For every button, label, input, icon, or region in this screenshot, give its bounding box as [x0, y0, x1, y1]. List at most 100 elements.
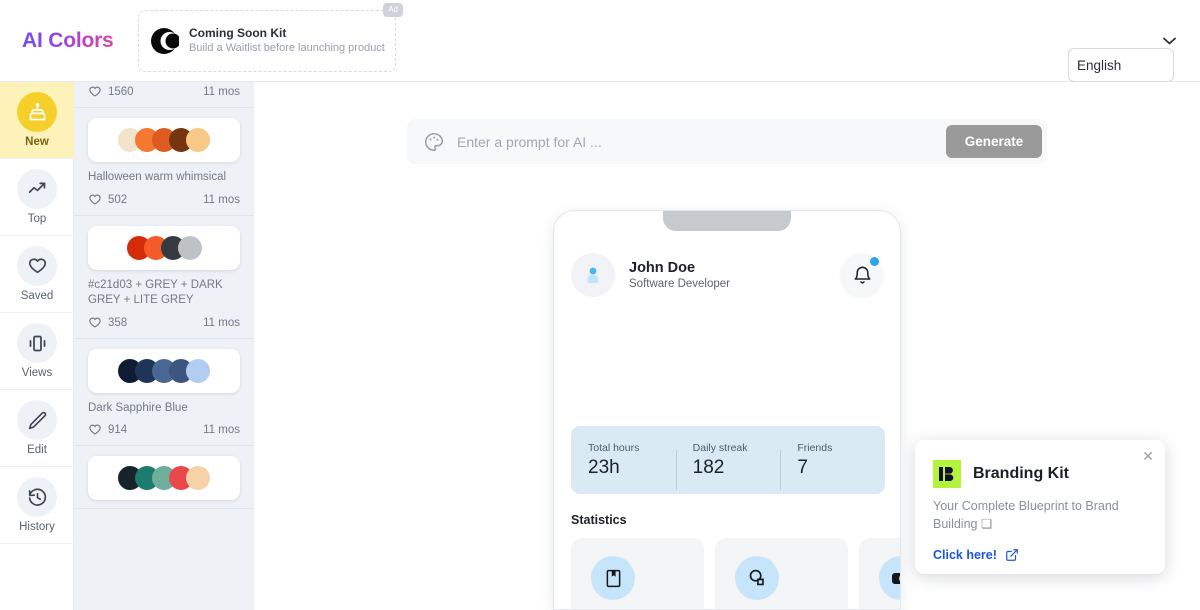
sidebar-item-label: New	[25, 136, 49, 148]
palette-meta: 914 11 mos	[88, 423, 240, 437]
palette-meta: 358 11 mos	[88, 316, 240, 330]
palette-swatch-card[interactable]	[88, 456, 240, 501]
palette-swatch-card[interactable]	[88, 225, 240, 270]
sidebar-item-saved[interactable]: Saved	[0, 236, 74, 313]
palette-age: 11 mos	[203, 86, 240, 98]
sidebar-item-label: Edit	[27, 444, 47, 456]
stat-label: Friends	[797, 441, 833, 454]
promo-header: Branding Kit	[933, 460, 1147, 488]
generate-button[interactable]: Generate	[946, 125, 1042, 158]
sidebar-item-label: Views	[21, 367, 53, 379]
language-selector-wrapper[interactable]: English	[1068, 24, 1187, 82]
youtube-icon	[879, 556, 900, 600]
list-item[interactable]: Halloween warm whimsical 502 11 mos	[74, 108, 254, 216]
history-icon	[17, 477, 57, 517]
palette-meta: 502 11 mos	[88, 193, 240, 207]
app-logo[interactable]: AI Colors	[22, 29, 114, 53]
heart-icon	[89, 86, 101, 97]
ad-title: Coming Soon Kit	[189, 25, 287, 40]
stat-card-youtube[interactable]: Youtube 2h	[859, 538, 900, 609]
promo-link-label: Click here!	[933, 547, 997, 562]
trending-up-icon	[17, 169, 57, 209]
user-avatar-icon	[587, 267, 599, 283]
like-count: 358	[108, 316, 128, 329]
like-count-group[interactable]: 1560	[88, 85, 134, 99]
stat-card-coursera[interactable]: Coursera 7h	[715, 538, 848, 609]
stat-value: 182	[692, 456, 725, 478]
palette-dots	[118, 466, 210, 491]
stat-card-udemy[interactable]: Udemy NEW 12h	[571, 538, 704, 609]
sidebar-item-new[interactable]: New	[0, 82, 74, 159]
notifications-button[interactable]	[841, 254, 883, 296]
avatar[interactable]	[571, 253, 615, 297]
palette-age: 11 mos	[203, 316, 240, 329]
prompt-bar[interactable]: Generate	[407, 119, 1047, 164]
phone-preview: John Doe Software Developer Total hours …	[553, 210, 901, 610]
close-icon[interactable]: ✕	[1142, 449, 1154, 463]
moon-logo-icon	[151, 28, 179, 54]
profile-role: Software Developer	[629, 278, 730, 290]
list-item[interactable]: 1560 11 mos	[74, 82, 254, 108]
like-count: 1560	[108, 86, 134, 98]
sidebar-item-top[interactable]: Top	[0, 159, 74, 236]
sidebar-item-label: History	[19, 521, 55, 533]
list-item[interactable]: Dark Sapphire Blue 914 11 mos	[74, 339, 254, 447]
stat-value: 7	[797, 456, 808, 478]
ad-badge: Ad	[383, 3, 403, 17]
cake-icon	[17, 92, 57, 132]
language-selector[interactable]: English	[1068, 48, 1174, 82]
promo-body: Your Complete Blueprint to Brand Buildin…	[933, 499, 1119, 531]
stat-value: 23h	[588, 456, 620, 478]
promo-popup[interactable]: ✕ Branding Kit Your Complete Blueprint t…	[915, 440, 1165, 574]
ad-subtitle: Build a Waitlist before launching produc…	[189, 42, 385, 55]
color-dot	[177, 235, 202, 260]
sidebar-item-history[interactable]: History	[0, 467, 74, 544]
book-icon	[591, 556, 635, 600]
palette-swatch-card[interactable]	[88, 118, 240, 162]
stat-label: Daily streak	[692, 441, 748, 454]
heart-icon	[17, 246, 57, 286]
coursera-icon	[735, 556, 779, 600]
palette-swatch-card[interactable]	[88, 348, 240, 393]
palette-dots	[118, 128, 210, 152]
stat-friends: Friends 7	[780, 441, 885, 490]
sidebar-item-label: Top	[27, 213, 47, 225]
like-count: 914	[108, 424, 128, 437]
list-item[interactable]	[74, 446, 254, 510]
like-count-group[interactable]: 358	[88, 316, 127, 330]
palette-icon	[425, 132, 444, 151]
external-link-icon	[1006, 548, 1018, 561]
sidebar-nav: New Top Saved Views Edit History	[0, 82, 74, 610]
bell-icon	[854, 266, 870, 284]
promo-link[interactable]: Click here!	[933, 548, 1147, 562]
palette-dots	[118, 358, 210, 383]
sidebar-item-edit[interactable]: Edit	[0, 390, 74, 467]
stat-label: Total hours	[588, 441, 640, 454]
ad-banner[interactable]: Ad Coming Soon Kit Build a Waitlist befo…	[138, 3, 403, 72]
prompt-input[interactable]	[457, 133, 946, 150]
color-dot	[186, 128, 210, 152]
stat-total-hours: Total hours 23h	[571, 442, 676, 479]
color-dot	[186, 466, 210, 491]
palette-title: Halloween warm whimsical	[88, 171, 227, 183]
palette-list[interactable]: 1560 11 mos Halloween warm whimsical 502	[74, 82, 254, 610]
list-item[interactable]: #c21d03 + GREY + DARK GREY + LITE GREY 3…	[74, 216, 254, 339]
palette-title: Dark Sapphire Blue	[88, 401, 188, 414]
chevron-down-icon	[1163, 37, 1176, 45]
like-count: 502	[108, 193, 128, 206]
palette-age: 11 mos	[203, 193, 240, 206]
notification-badge	[870, 257, 879, 266]
heart-icon	[89, 317, 101, 328]
heart-icon	[89, 194, 101, 205]
statistics-cards: Udemy NEW 12h Coursera 7h	[571, 538, 900, 609]
profile-header: John Doe Software Developer	[571, 253, 883, 297]
pencil-icon	[17, 400, 57, 440]
like-count-group[interactable]: 914	[88, 423, 127, 437]
sidebar-item-views[interactable]: Views	[0, 313, 74, 390]
palette-meta: 1560 11 mos	[88, 85, 240, 99]
phone-notch	[663, 211, 791, 231]
vibrate-icon	[17, 323, 57, 363]
like-count-group[interactable]: 502	[88, 193, 127, 207]
app-header: AI Colors Ad Coming Soon Kit Build a Wai…	[0, 0, 1200, 82]
palette-dots	[126, 235, 202, 260]
